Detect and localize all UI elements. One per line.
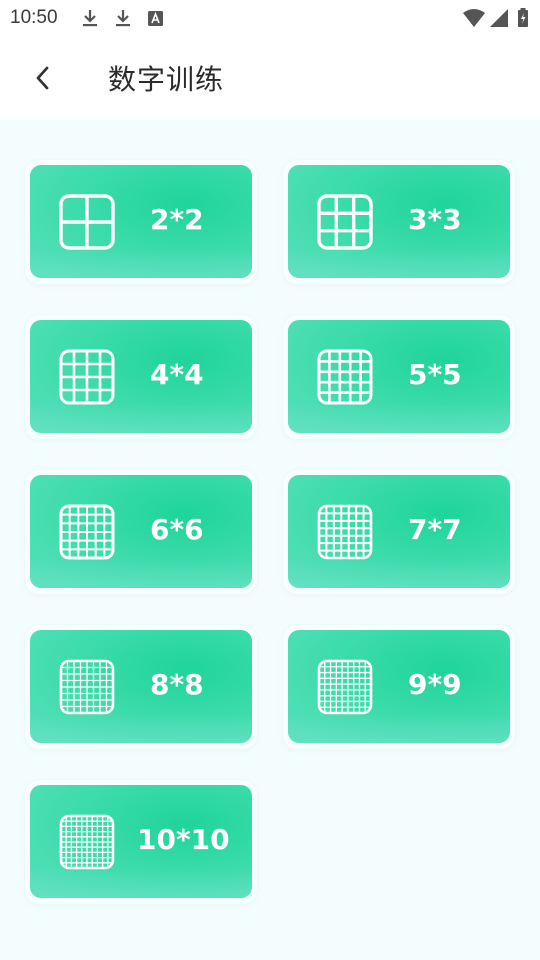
grid-option-card: 5*5: [283, 315, 515, 439]
grid-option-label: 6*6: [150, 513, 204, 546]
grid-option-card: 6*6: [25, 470, 257, 594]
grid-icon: [317, 659, 373, 715]
grid-option-10x10[interactable]: 10*10: [30, 785, 252, 898]
grid-option-4x4[interactable]: 4*4: [30, 320, 252, 433]
grid-outline: [317, 194, 373, 250]
app-header: 数字训练: [0, 36, 540, 120]
grid-option-label: 5*5: [408, 358, 462, 391]
status-time: 10:50: [10, 7, 58, 28]
grid-icon: [59, 194, 115, 250]
download-icon: [80, 8, 100, 28]
grid-option-8x8[interactable]: 8*8: [30, 630, 252, 743]
grid-option-card: 8*8: [25, 625, 257, 749]
back-button[interactable]: [28, 60, 60, 96]
grid-option-3x3[interactable]: 3*3: [288, 165, 510, 278]
download-icon: [113, 8, 133, 28]
status-bar: 10:50: [0, 0, 540, 36]
grid-outline: [317, 659, 373, 715]
grid-option-card: 7*7: [283, 470, 515, 594]
grid-option-label: 3*3: [408, 203, 462, 236]
grid-option-label: 4*4: [150, 358, 204, 391]
grid-icon: [59, 814, 115, 870]
grid-option-label: 2*2: [150, 203, 204, 236]
grid-outline: [317, 349, 373, 405]
grid-option-card: 3*3: [283, 160, 515, 284]
grid-option-card: 4*4: [25, 315, 257, 439]
grid-option-label: 8*8: [150, 668, 204, 701]
grid-option-card: 10*10: [25, 780, 257, 904]
grid-icon: [59, 504, 115, 560]
grid-icon: [59, 349, 115, 405]
grid-option-2x2[interactable]: 2*2: [30, 165, 252, 278]
grid-option-card: 2*2: [25, 160, 257, 284]
battery-icon: [517, 8, 529, 28]
grid-option-card: 9*9: [283, 625, 515, 749]
grid-icon: [317, 194, 373, 250]
grid-size-list: 2*2 3*3 4*4 5*5 6*6 7*7 8*8 9*9 10*10: [0, 120, 540, 960]
grid-icon: [317, 504, 373, 560]
wifi-icon: [462, 8, 486, 28]
font-icon: [146, 8, 166, 28]
grid-option-9x9[interactable]: 9*9: [288, 630, 510, 743]
signal-icon: [489, 8, 509, 28]
grid-option-7x7[interactable]: 7*7: [288, 475, 510, 588]
grid-icon: [59, 659, 115, 715]
grid-option-6x6[interactable]: 6*6: [30, 475, 252, 588]
chevron-left-icon: [36, 66, 49, 90]
grid-option-label: 9*9: [408, 668, 462, 701]
grid-icon: [317, 349, 373, 405]
grid-option-5x5[interactable]: 5*5: [288, 320, 510, 433]
grid-option-label: 10*10: [137, 823, 230, 856]
page-title: 数字训练: [108, 63, 225, 96]
grid-option-label: 7*7: [408, 513, 462, 546]
